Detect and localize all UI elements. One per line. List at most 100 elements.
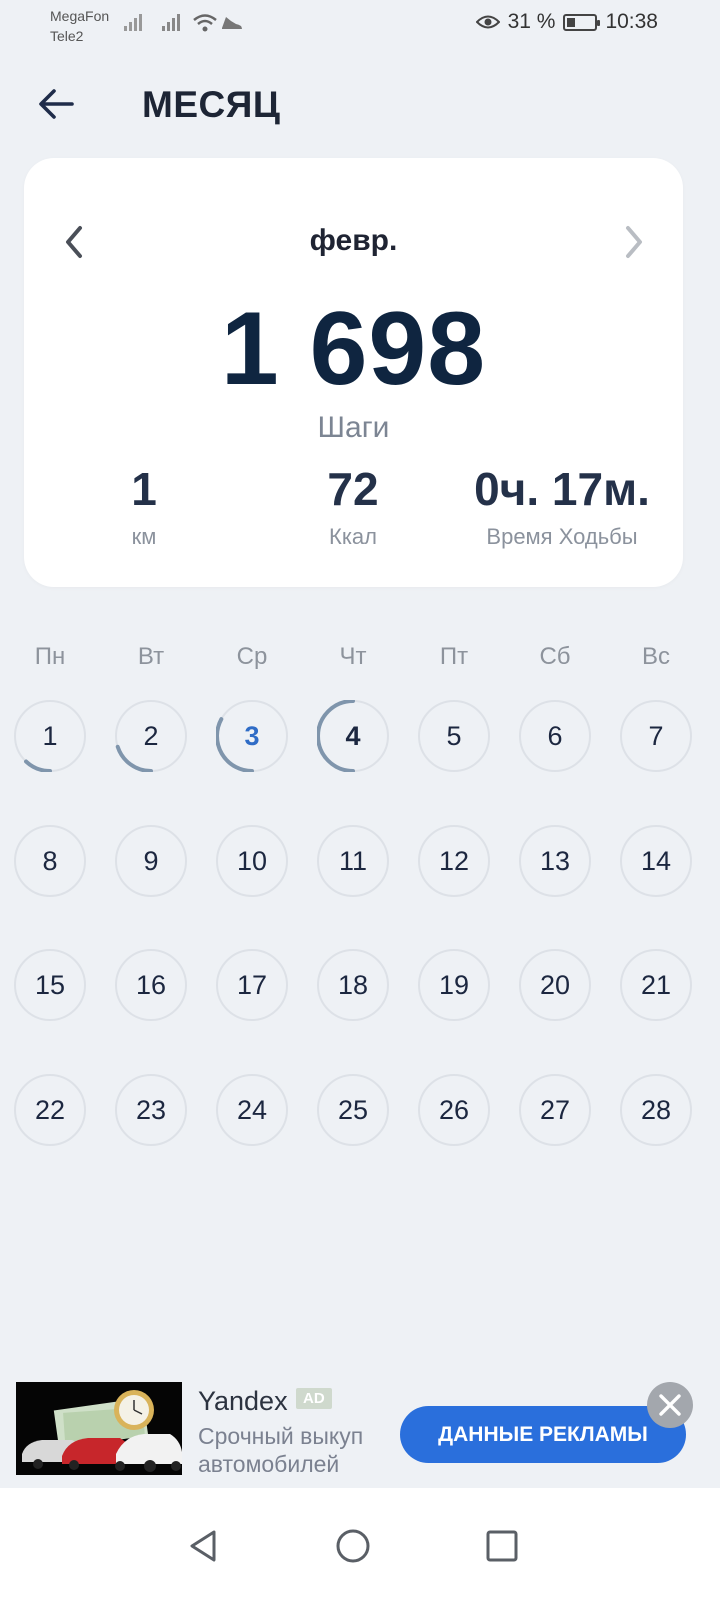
ad-text[interactable]: Срочный выкуп автомобилей: [198, 1422, 363, 1478]
signal-icon: [124, 14, 142, 31]
calendar-day-number: 6: [547, 720, 563, 751]
calendar-day-number: 27: [539, 1094, 571, 1125]
weekday-label: Вт: [137, 643, 165, 670]
calendar-day-number: 9: [143, 845, 159, 876]
status-right: 31 % 10:38: [475, 10, 658, 34]
signal-icon: [162, 14, 180, 31]
recents-square-icon[interactable]: [482, 1526, 522, 1566]
calories-unit: Ккал: [329, 524, 377, 549]
calendar-day-number: 18: [337, 969, 369, 1000]
calendar-day-number: 12: [438, 845, 470, 876]
weekday-label: Сб: [539, 643, 571, 670]
calendar-day[interactable]: 12: [418, 825, 490, 897]
calendar-day-number: 19: [438, 969, 470, 1000]
system-nav-bar: [0, 1488, 720, 1600]
back-button[interactable]: [34, 82, 78, 126]
calendar-day[interactable]: 27: [519, 1074, 591, 1146]
weekday-label: Чт: [339, 643, 367, 670]
calendar-day-number: 13: [539, 845, 571, 876]
weekday-label: Пт: [439, 643, 469, 670]
walk-time-label: Время Ходьбы: [486, 524, 638, 549]
calendar-day[interactable]: 17: [216, 949, 288, 1021]
wifi-icon: [193, 14, 217, 32]
battery-icon: [563, 13, 601, 31]
calendar-day-number: 1: [42, 720, 58, 751]
calendar-day[interactable]: 11: [317, 825, 389, 897]
calendar-day[interactable]: 25: [317, 1074, 389, 1146]
calendar-day[interactable]: 8: [14, 825, 86, 897]
calendar-day-number: 3: [244, 720, 260, 751]
calendar-day[interactable]: 13: [519, 825, 591, 897]
home-circle-icon[interactable]: [333, 1526, 373, 1566]
calendar-day-number: 8: [42, 845, 58, 876]
calendar-day[interactable]: 2: [115, 700, 187, 772]
calendar-day-number: 4: [345, 720, 361, 751]
calendar-day-number: 25: [337, 1094, 369, 1125]
carrier-2: Tele2: [50, 28, 84, 44]
carrier-1: MegaFon: [50, 8, 110, 24]
back-triangle-icon[interactable]: [184, 1526, 224, 1566]
battery-percent: 31 %: [507, 10, 556, 33]
ad-image[interactable]: [16, 1382, 182, 1475]
calendar-day[interactable]: 1: [14, 700, 86, 772]
calendar-day-number: 5: [446, 720, 462, 751]
calendar-day[interactable]: 10: [216, 825, 288, 897]
calendar-day[interactable]: 23: [115, 1074, 187, 1146]
calendar-day[interactable]: 18: [317, 949, 389, 1021]
ad-brand[interactable]: Yandex: [198, 1386, 288, 1417]
calendar-day-number: 15: [34, 969, 66, 1000]
distance-unit: км: [131, 524, 157, 549]
calendar-day[interactable]: 5: [418, 700, 490, 772]
ad-details-button[interactable]: ДАННЫЕ РЕКЛАМЫ: [400, 1406, 686, 1463]
weekday-label: Вс: [641, 643, 670, 670]
walk-time-value: 0ч. 17м.: [474, 463, 650, 515]
calendar-day[interactable]: 3: [216, 700, 288, 772]
calendar-day-number: 26: [438, 1094, 470, 1125]
ad-badge: AD: [296, 1388, 332, 1409]
calendar-day-number: 20: [539, 969, 571, 1000]
calendar-day-number: 24: [236, 1094, 268, 1125]
calendar-day[interactable]: 20: [519, 949, 591, 1021]
calendar-day-number: 22: [34, 1094, 66, 1125]
calendar-day[interactable]: 9: [115, 825, 187, 897]
calendar-day[interactable]: 4: [317, 700, 389, 772]
calendar-day[interactable]: 16: [115, 949, 187, 1021]
calendar-day-number: 2: [143, 720, 159, 751]
carrier-names: MegaFon Tele2: [50, 6, 109, 46]
calendar-day-number: 11: [338, 845, 368, 876]
calendar-day-number: 23: [135, 1094, 167, 1125]
calendar-day-number: 16: [135, 969, 167, 1000]
calendar-day[interactable]: 28: [620, 1074, 692, 1146]
ad-close-button[interactable]: [647, 1382, 693, 1428]
ad-text-line: автомобилей: [198, 1451, 340, 1477]
calendar-day[interactable]: 6: [519, 700, 591, 772]
weekday-label: Ср: [236, 643, 268, 670]
close-icon: [659, 1394, 681, 1416]
shoe-icon: [222, 17, 242, 29]
calendar-day[interactable]: 14: [620, 825, 692, 897]
calendar-day[interactable]: 15: [14, 949, 86, 1021]
page-title: МЕСЯЦ: [142, 84, 281, 125]
battery-fill: [567, 17, 576, 27]
calendar-day-number: 10: [236, 845, 268, 876]
steps-label: Шаги: [317, 411, 390, 444]
distance-value: 1: [131, 463, 157, 515]
calendar-day-number: 14: [640, 845, 672, 876]
ad-text-line: Срочный выкуп: [198, 1423, 364, 1449]
calendar-day-number: 17: [236, 969, 268, 1000]
calendar-day[interactable]: 24: [216, 1074, 288, 1146]
calendar-day[interactable]: 19: [418, 949, 490, 1021]
month-label: февр.: [309, 224, 398, 257]
weekday-label: Пн: [34, 643, 66, 670]
arrow-left-icon: [39, 89, 74, 119]
steps-value: 1 698: [220, 291, 487, 407]
calendar-day[interactable]: 7: [620, 700, 692, 772]
calendar-day[interactable]: 26: [418, 1074, 490, 1146]
calendar-day[interactable]: 21: [620, 949, 692, 1021]
calendar-day-number: 21: [640, 969, 672, 1000]
calories-value: 72: [327, 463, 379, 515]
calendar-day[interactable]: 22: [14, 1074, 86, 1146]
eye-icon: [475, 15, 500, 29]
ad-banner[interactable]: Yandex AD Срочный выкуп автомобилей ДАНН…: [0, 1372, 720, 1488]
clock: 10:38: [605, 10, 658, 33]
